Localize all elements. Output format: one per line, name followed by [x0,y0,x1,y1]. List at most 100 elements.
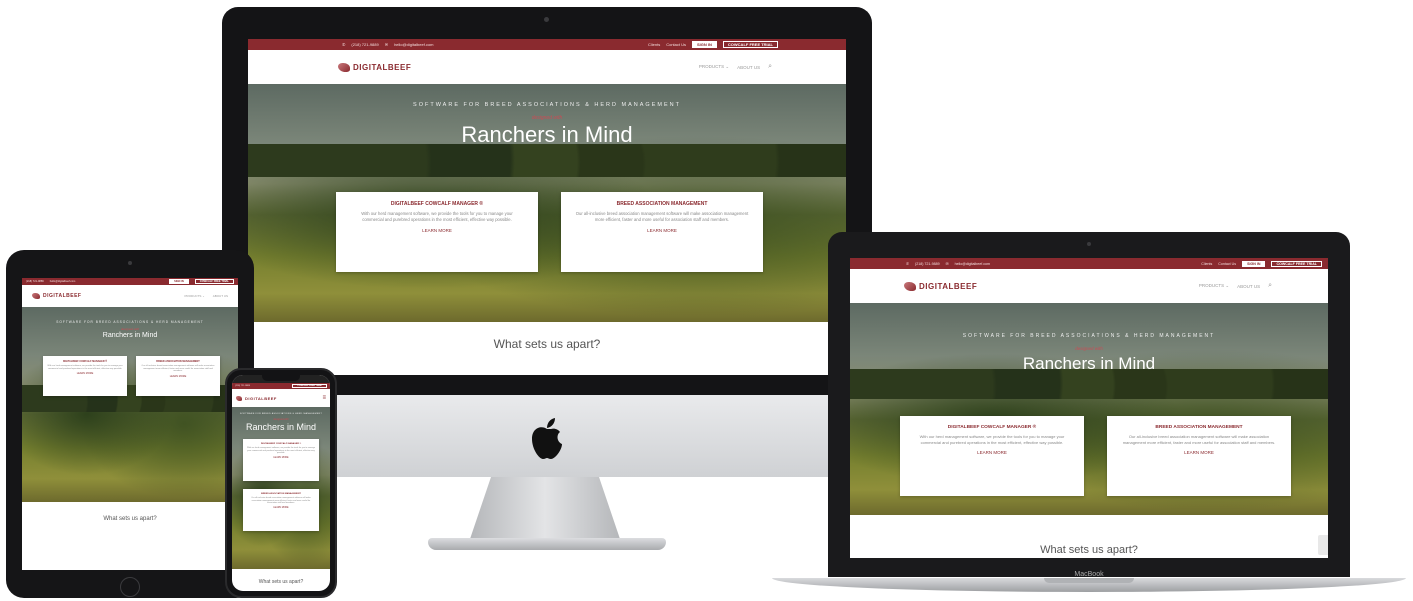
card-learn-more[interactable]: LEARN MORE [136,375,220,378]
card-learn-more[interactable]: LEARN MORE [561,228,763,233]
what-sets-us-apart: What sets us apart? [493,337,601,351]
nav-bar: DIGITALBEEF ≡ [232,389,330,408]
hero-tagline: SOFTWARE FOR BREED ASSOCIATIONS & HERD M… [239,413,323,415]
card-body: With our herd management software, we pr… [47,365,123,370]
camera-icon [1087,242,1091,246]
top-phone[interactable]: (218) 721-9889 [351,42,378,47]
logo[interactable]: DIGITALBEEF [904,281,978,291]
card-learn-more[interactable]: LEARN MORE [243,507,319,509]
nav-bar: DIGITALBEEF PRODUCTS ⌄ ABOUT US [22,285,238,308]
top-link-clients[interactable]: Clients [648,42,660,47]
hero-designed-with: designed with [1075,346,1103,351]
what-sets-us-apart: What sets us apart? [1040,544,1138,556]
hero-designed-with: designed with [120,327,140,331]
card-breed: BREED ASSOCIATION MANAGEMENT Our all-inc… [1107,416,1291,496]
hero-designed-with: designed with [531,115,563,121]
logo[interactable]: DIGITALBEEF [32,293,81,299]
card-learn-more[interactable]: LEARN MORE [336,228,538,233]
what-sets-us-apart: What sets us apart? [258,579,304,585]
phone-device: (218) 721-9889 COWCALF FREE TRIAL DIGITA… [225,368,337,598]
nav-products[interactable]: PRODUCTS ⌄ [699,64,729,70]
nav-products[interactable]: PRODUCTS ⌄ [1199,283,1229,289]
top-link-clients[interactable]: Clients [1201,262,1212,266]
hero: SOFTWARE FOR BREED ASSOCIATIONS & HERD M… [248,84,846,322]
hero-headline: Ranchers in Mind [102,332,158,339]
top-link-contact[interactable]: Contact Us [666,42,686,47]
top-email[interactable]: hello@digitalbeef.com [50,280,76,283]
card-breed: BREED ASSOCIATION MANAGEMENT Our all-inc… [561,192,763,272]
laptop-screen: ✆ (218) 721-9889 ✉ hello@digitalbeef.com… [850,258,1328,558]
nav-products[interactable]: PRODUCTS ⌄ [185,294,205,298]
phone-icon: ✆ [342,42,346,47]
imac-stand-neck [470,477,620,539]
laptop-label: MacBook [1074,571,1104,578]
card-cowcalf: DIGITALBEEF COWCALF MANAGER ® With our h… [900,416,1084,496]
menu-icon[interactable]: ≡ [322,395,326,401]
hero: SOFTWARE FOR BREED ASSOCIATIONS & HERD M… [232,407,330,569]
nav-about[interactable]: ABOUT US [1237,284,1260,289]
recaptcha-icon[interactable] [1318,535,1328,555]
card-body: Our all-inclusive breed association mana… [141,365,215,373]
email-icon: ✉ [384,42,389,47]
imac-screen: ✆ (218) 721-9889 ✉ hello@digitalbeef.com… [248,39,846,375]
hero-headline: Ranchers in Mind [461,122,633,147]
email-icon: ✉ [945,261,949,266]
card-cowcalf: DIGITALBEEF COWCALF MANAGER ® With our h… [243,439,319,481]
phone-icon: ✆ [906,261,910,266]
imac-stand-base [428,538,666,550]
card-breed: BREED ASSOCIATION MANAGEMENT Our all-inc… [136,356,220,396]
card-cowcalf: DIGITALBEEF COWCALF MANAGER ® With our h… [43,356,127,396]
card-body: With our herd management software, we pr… [247,447,315,455]
top-email[interactable]: hello@digitalbeef.com [955,262,990,266]
free-trial-button[interactable]: COWCALF FREE TRIAL [194,279,234,284]
hero-designed-with: designed with [273,418,289,421]
card-body: Our all-inclusive breed association mana… [1122,434,1276,445]
card-learn-more[interactable]: LEARN MORE [900,450,1084,455]
phone-notch [262,375,300,381]
sign-in-button[interactable]: SIGN IN [1242,260,1266,267]
top-phone[interactable]: (218) 721-9889 [235,385,250,387]
laptop-device: MacBook ✆ (218) 721-9889 ✉ hello@digital… [772,232,1406,594]
logo-mark-icon [904,281,916,291]
card-body: Our all-inclusive breed association mana… [575,211,749,222]
logo-text: DIGITALBEEF [245,395,277,401]
nav-about[interactable]: ABOUT US [737,65,760,70]
sign-in-button[interactable]: SIGN IN [169,279,189,284]
sign-in-button[interactable]: SIGN IN [692,41,717,48]
logo-mark-icon [236,395,242,401]
card-learn-more[interactable]: LEARN MORE [43,372,127,375]
nav-about[interactable]: ABOUT US [213,294,228,298]
logo-mark-icon [32,293,40,299]
logo-text: DIGITALBEEF [353,62,412,72]
hero-tagline: SOFTWARE FOR BREED ASSOCIATIONS & HERD M… [56,320,204,324]
logo-text: DIGITALBEEF [43,293,82,299]
card-learn-more[interactable]: LEARN MORE [1107,450,1291,455]
card-cowcalf: DIGITALBEEF COWCALF MANAGER ® With our h… [336,192,538,272]
tablet-screen: (218) 721-9889 hello@digitalbeef.com SIG… [22,278,238,570]
top-email[interactable]: hello@digitalbeef.com [394,42,433,47]
home-button[interactable] [120,577,140,597]
card-breed: BREED ASSOCIATION MANAGEMENT Our all-inc… [243,489,319,531]
logo[interactable]: DIGITALBEEF [338,62,412,72]
card-body: Our all-inclusive breed association mana… [251,497,311,505]
hero-headline: Ranchers in Mind [245,422,317,432]
search-icon[interactable]: ⌕ [768,63,772,71]
hero: SOFTWARE FOR BREED ASSOCIATIONS & HERD M… [22,307,238,502]
free-trial-button[interactable]: COWCALF FREE TRIAL [722,41,778,48]
apple-logo-icon [530,417,564,461]
top-link-contact[interactable]: Contact Us [1218,262,1236,266]
top-phone[interactable]: (218) 721-9889 [915,262,940,266]
top-phone[interactable]: (218) 721-9889 [26,280,44,283]
search-icon[interactable]: ⌕ [1268,282,1272,290]
free-trial-button[interactable]: COWCALF FREE TRIAL [1271,260,1322,267]
logo-mark-icon [338,62,350,72]
free-trial-button[interactable]: COWCALF FREE TRIAL [292,384,327,388]
card-body: With our herd management software, we pr… [919,434,1065,445]
phone-screen: (218) 721-9889 COWCALF FREE TRIAL DIGITA… [232,375,330,591]
logo[interactable]: DIGITALBEEF [236,395,277,401]
nav-bar: DIGITALBEEF PRODUCTS ⌄ ABOUT US ⌕ [248,50,846,85]
laptop-notch [1044,578,1134,583]
logo-text: DIGITALBEEF [919,281,978,291]
hero-tagline: SOFTWARE FOR BREED ASSOCIATIONS & HERD M… [413,102,681,108]
card-learn-more[interactable]: LEARN MORE [243,457,319,459]
